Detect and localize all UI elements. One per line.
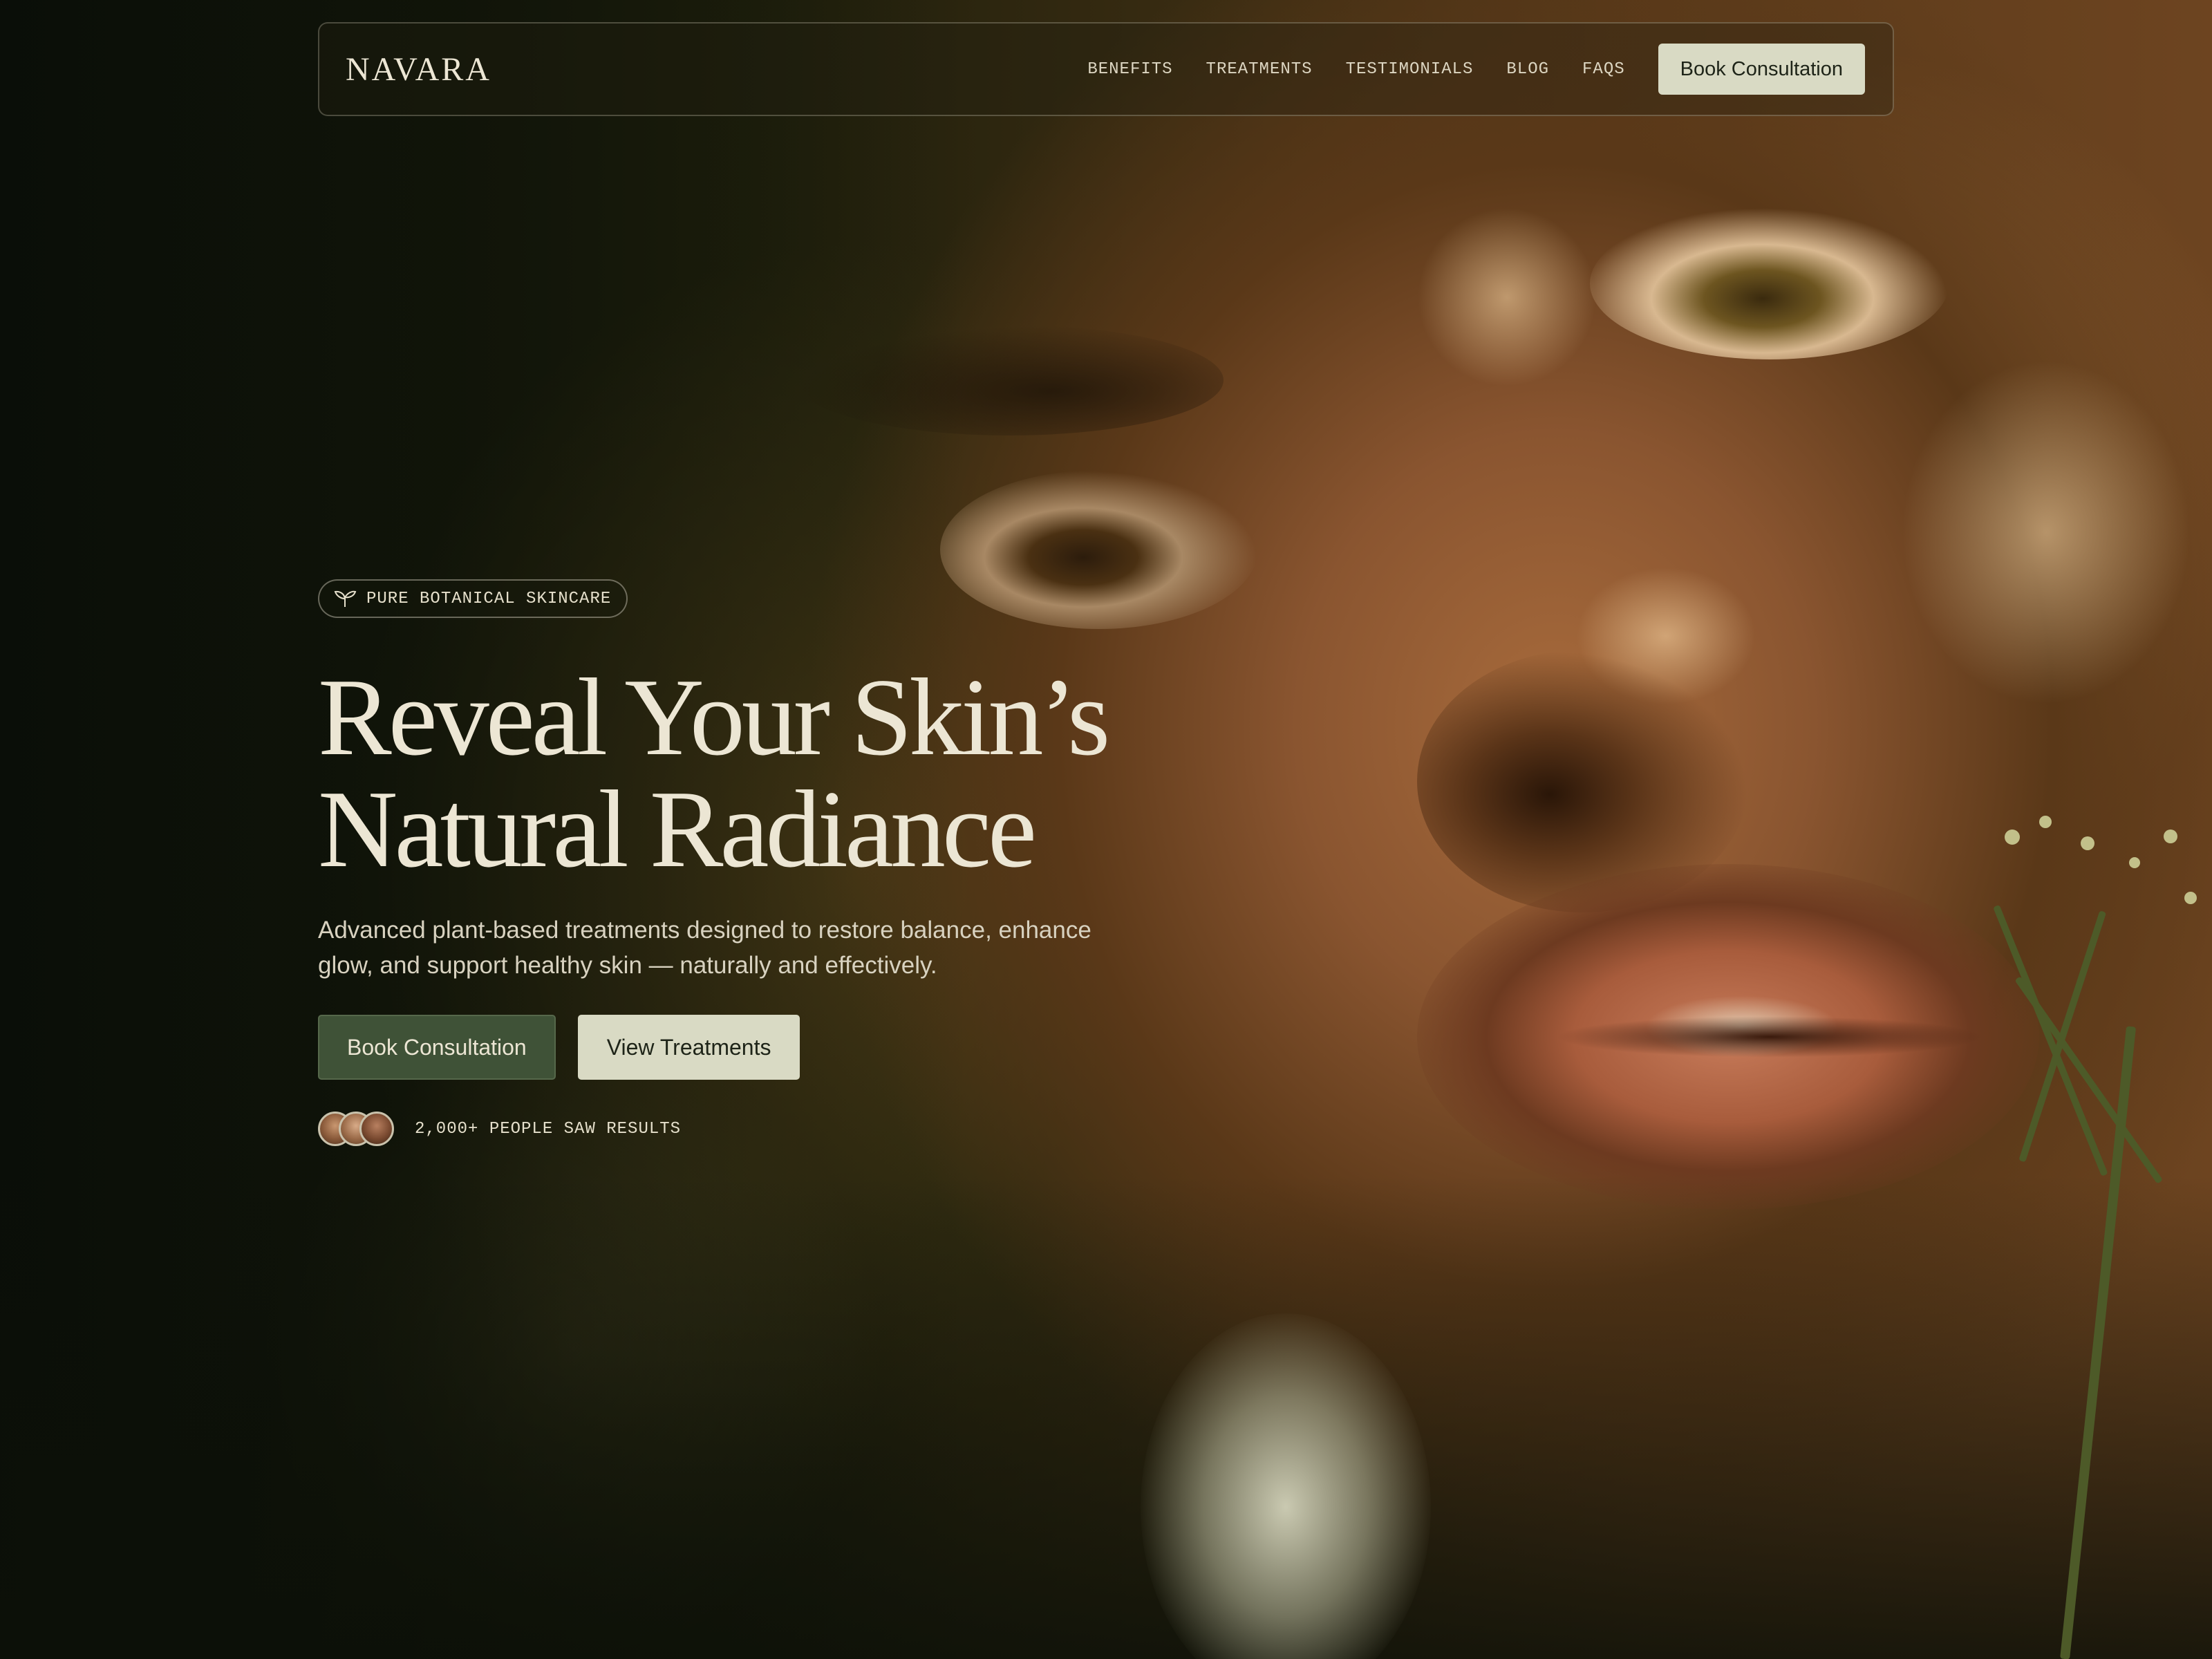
photo-plant-bud (2039, 816, 2052, 828)
tag-pill: PURE BOTANICAL SKINCARE (318, 579, 628, 618)
nav-link-faqs[interactable]: FAQS (1582, 60, 1625, 79)
social-proof-label: 2,000+ PEOPLE SAW RESULTS (415, 1119, 682, 1138)
photo-plant-stem (2014, 976, 2164, 1184)
nav-book-consultation-button[interactable]: Book Consultation (1658, 44, 1865, 95)
nav-link-treatments[interactable]: TREATMENTS (1206, 60, 1313, 79)
sprout-icon (334, 590, 357, 607)
photo-shade-bottom (0, 1175, 2212, 1659)
hero-subtext: Advanced plant-based treatments designed… (318, 917, 1091, 979)
hero-headline-line-2: Natural Radiance (318, 767, 1037, 890)
brand-logo[interactable]: NAVARA (346, 50, 491, 88)
photo-plant-bud (2081, 836, 2094, 850)
hero-section: PURE BOTANICAL SKINCARE Reveal Your Skin… (318, 579, 1217, 1146)
photo-plant-bud (2005, 830, 2020, 845)
nav-link-benefits[interactable]: BENEFITS (1087, 60, 1172, 79)
social-proof: 2,000+ PEOPLE SAW RESULTS (318, 1112, 1217, 1146)
hero-headline-line-1: Reveal Your Skin’s (318, 655, 1110, 778)
photo-plant-bud (2184, 892, 2197, 904)
photo-plant-bud (2129, 857, 2140, 868)
photo-plant-bud (2164, 830, 2177, 843)
nav-menu: BENEFITS TREATMENTS TESTIMONIALS BLOG FA… (1087, 44, 1865, 95)
hero-cta-group: Book Consultation View Treatments (318, 1015, 1217, 1080)
top-navigation: NAVARA BENEFITS TREATMENTS TESTIMONIALS … (318, 22, 1894, 116)
photo-eye-right (1590, 207, 1949, 359)
nav-link-blog[interactable]: BLOG (1506, 60, 1549, 79)
book-consultation-button[interactable]: Book Consultation (318, 1015, 556, 1080)
nav-link-testimonials[interactable]: TESTIMONIALS (1346, 60, 1474, 79)
photo-highlight (1417, 207, 1597, 387)
avatar-group (318, 1112, 394, 1146)
photo-lip-line (1555, 1016, 1984, 1058)
photo-highlight (1901, 359, 2191, 705)
view-treatments-button[interactable]: View Treatments (577, 1015, 800, 1080)
tag-label: PURE BOTANICAL SKINCARE (366, 589, 612, 608)
hero-headline: Reveal Your Skin’s Natural Radiance (318, 661, 1217, 885)
avatar (359, 1112, 394, 1146)
